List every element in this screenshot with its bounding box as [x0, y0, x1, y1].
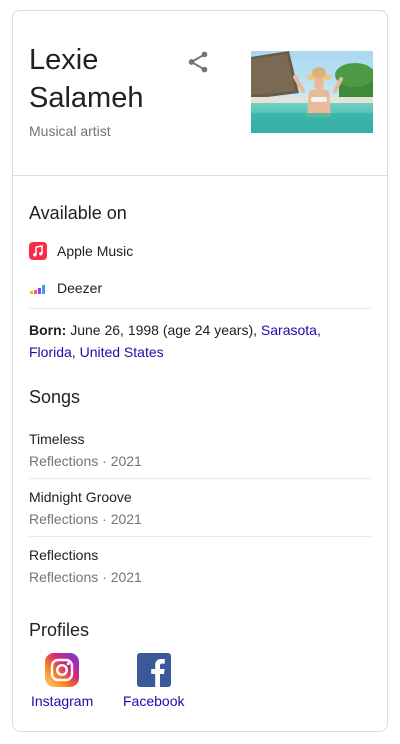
available-on-heading: Available on [29, 203, 127, 223]
profiles-heading: Profiles [29, 620, 90, 640]
facebook-profile-link[interactable]: Facebook [123, 653, 184, 709]
songs-heading: Songs [29, 387, 81, 407]
deezer-icon [29, 279, 47, 297]
song-title: Reflections [29, 547, 99, 563]
birthplace-city-link[interactable]: Sarasota, [261, 322, 321, 338]
artist-name: Lexie Salameh [29, 44, 144, 114]
facebook-icon [136, 653, 171, 687]
song-meta: Reflections · 2021 [29, 569, 142, 585]
instagram-icon [45, 653, 80, 687]
deezer-label: Deezer [57, 280, 103, 296]
apple-music-icon [29, 242, 47, 260]
song-meta: Reflections · 2021 [29, 511, 142, 527]
born-label: Born: [29, 322, 67, 338]
apple-music-link[interactable]: Apple Music [29, 240, 133, 262]
birthplace-state-link[interactable]: Florida, [29, 344, 76, 360]
song-title: Timeless [29, 431, 85, 447]
knowledge-panel: Lexie Salameh Musical artist Available o… [12, 10, 388, 732]
artist-photo[interactable] [251, 51, 373, 133]
song-title: Midnight Groove [29, 489, 132, 505]
apple-music-label: Apple Music [57, 243, 134, 259]
header-divider [13, 175, 387, 176]
instagram-profile-link[interactable]: Instagram [31, 653, 93, 709]
instagram-label: Instagram [31, 693, 94, 709]
panel-header: Lexie Salameh Musical artist [13, 11, 387, 175]
birthplace-country-link[interactable]: United States [80, 344, 164, 360]
share-icon[interactable] [185, 49, 211, 75]
deezer-link[interactable]: Deezer [29, 277, 102, 299]
available-divider [29, 308, 371, 309]
artist-type: Musical artist [29, 123, 111, 139]
song-meta: Reflections · 2021 [29, 453, 142, 469]
born-fact: Born: June 26, 1998 (age 24 years), Sara… [29, 319, 359, 363]
facebook-label: Facebook [123, 693, 185, 709]
song-divider [29, 478, 371, 479]
born-date: June 26, 1998 (age 24 years), [70, 322, 258, 338]
song-divider [29, 536, 371, 537]
